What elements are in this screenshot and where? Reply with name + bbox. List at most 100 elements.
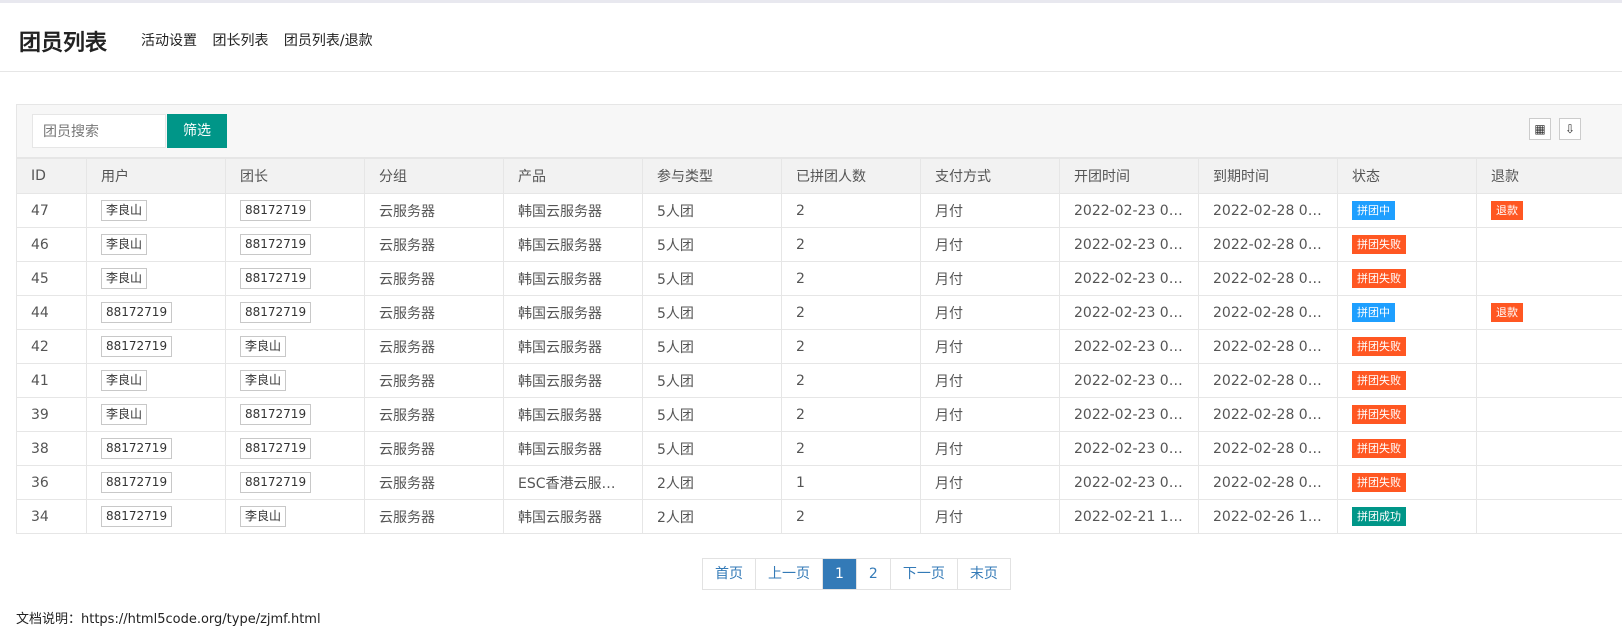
user-tag[interactable]: 李良山 [101, 234, 148, 255]
leader-tag[interactable]: 88172719 [240, 438, 312, 459]
leader-cell: 88172719 [225, 397, 365, 432]
product-cell: ESC香港云服务器 [503, 465, 643, 500]
join-type-cell: 5人团 [642, 227, 782, 262]
expire-time-cell: 2022-02-28 01:01... [1198, 193, 1338, 228]
nav-member-list-refund[interactable]: 团员列表/退款 [284, 33, 373, 49]
leader-tag[interactable]: 88172719 [240, 234, 312, 255]
page-first-button[interactable]: 首页 [703, 559, 755, 589]
refund-button[interactable]: 退款 [1491, 303, 1523, 322]
table-toolbar: 团员搜索 筛选 ▦ ⇩ [16, 104, 1622, 158]
nav-leader-list[interactable]: 团长列表 [212, 33, 268, 49]
status-cell: 拼团成功 [1337, 499, 1477, 534]
pay-method-cell: 月付 [920, 499, 1060, 534]
column-header: 已拼团人数 [781, 158, 921, 194]
status-badge: 拼团失败 [1352, 439, 1406, 458]
table-row: 38 88172719 88172719 云服务器 韩国云服务器 5人团 2 月付 2022-0… [16, 431, 1622, 466]
status-cell: 拼团失败 [1337, 397, 1477, 432]
leader-tag[interactable]: 88172719 [240, 472, 312, 493]
refund-button[interactable]: 退款 [1491, 201, 1523, 220]
leader-tag[interactable]: 88172719 [240, 404, 312, 425]
leader-tag[interactable]: 李良山 [240, 506, 287, 527]
leader-tag[interactable]: 李良山 [240, 370, 287, 391]
join-type-cell: 5人团 [642, 193, 782, 228]
id-cell: 36 [16, 465, 87, 500]
user-tag[interactable]: 李良山 [101, 370, 148, 391]
refund-cell [1476, 329, 1622, 364]
page-1-button[interactable]: 1 [822, 559, 856, 589]
expire-time-cell: 2022-02-28 01:01... [1198, 295, 1338, 330]
joined-count-cell: 2 [781, 329, 921, 364]
pay-method-cell: 月付 [920, 227, 1060, 262]
columns-icon[interactable]: ▦ [1529, 118, 1551, 140]
status-badge: 拼团失败 [1352, 473, 1406, 492]
user-tag[interactable]: 88172719 [101, 472, 173, 493]
join-type-cell: 5人团 [642, 397, 782, 432]
expire-time-cell: 2022-02-28 00:56... [1198, 431, 1338, 466]
table-row: 44 88172719 88172719 云服务器 韩国云服务器 5人团 2 月付 2022-0… [16, 295, 1622, 330]
leader-cell: 李良山 [225, 329, 365, 364]
leader-tag[interactable]: 88172719 [240, 200, 312, 221]
pay-method-cell: 月付 [920, 329, 1060, 364]
user-tag[interactable]: 李良山 [101, 268, 148, 289]
user-cell: 88172719 [86, 329, 226, 364]
product-cell: 韩国云服务器 [503, 431, 643, 466]
page-last-button[interactable]: 末页 [956, 559, 1010, 589]
member-search-input[interactable]: 团员搜索 [32, 114, 166, 148]
status-cell: 拼团失败 [1337, 329, 1477, 364]
page-prev-button[interactable]: 上一页 [755, 559, 822, 589]
user-tag[interactable]: 88172719 [101, 438, 173, 459]
column-header: 用户 [86, 158, 226, 194]
refund-cell [1476, 397, 1622, 432]
column-header: 状态 [1337, 158, 1477, 194]
leader-tag[interactable]: 88172719 [240, 302, 312, 323]
user-cell: 88172719 [86, 499, 226, 534]
status-badge: 拼团失败 [1352, 405, 1406, 424]
group-cell: 云服务器 [364, 329, 504, 364]
column-header: 产品 [503, 158, 643, 194]
table-header-row: ID 用户 团长 分组 产品 参与类型 已拼团人数 支付方式 开团时间 到期时间 状态 退款 [16, 158, 1622, 194]
leader-tag[interactable]: 李良山 [240, 336, 287, 357]
id-cell: 38 [16, 431, 87, 466]
product-cell: 韩国云服务器 [503, 499, 643, 534]
id-cell: 47 [16, 193, 87, 228]
user-tag[interactable]: 88172719 [101, 302, 173, 323]
pagination: 首页 上一页 1 2 下一页 末页 [702, 558, 1011, 590]
user-tag[interactable]: 88172719 [101, 336, 173, 357]
group-cell: 云服务器 [364, 261, 504, 296]
joined-count-cell: 2 [781, 261, 921, 296]
join-type-cell: 2人团 [642, 499, 782, 534]
leader-cell: 88172719 [225, 227, 365, 262]
joined-count-cell: 2 [781, 499, 921, 534]
user-tag[interactable]: 李良山 [101, 200, 148, 221]
leader-cell: 李良山 [225, 363, 365, 398]
open-time-cell: 2022-02-23 00:56... [1059, 397, 1199, 432]
expire-time-cell: 2022-02-28 00:59... [1198, 363, 1338, 398]
pay-method-cell: 月付 [920, 431, 1060, 466]
leader-cell: 李良山 [225, 499, 365, 534]
product-cell: 韩国云服务器 [503, 363, 643, 398]
open-time-cell: 2022-02-23 00:59... [1059, 363, 1199, 398]
group-cell: 云服务器 [364, 363, 504, 398]
pay-method-cell: 月付 [920, 295, 1060, 330]
leader-tag[interactable]: 88172719 [240, 268, 312, 289]
open-time-cell: 2022-02-23 01:01... [1059, 261, 1199, 296]
user-cell: 88172719 [86, 431, 226, 466]
expire-time-cell: 2022-02-28 01:01... [1198, 227, 1338, 262]
user-tag[interactable]: 李良山 [101, 404, 148, 425]
user-tag[interactable]: 88172719 [101, 506, 173, 527]
pay-method-cell: 月付 [920, 397, 1060, 432]
status-cell: 拼团失败 [1337, 465, 1477, 500]
table-row: 45 李良山 88172719 云服务器 韩国云服务器 5人团 2 月付 2022-02-23 … [16, 261, 1622, 296]
nav-activity-settings[interactable]: 活动设置 [141, 33, 197, 49]
group-cell: 云服务器 [364, 431, 504, 466]
export-icon[interactable]: ⇩ [1559, 118, 1581, 140]
product-cell: 韩国云服务器 [503, 261, 643, 296]
refund-cell: 退款 [1476, 193, 1622, 228]
page-2-button[interactable]: 2 [855, 559, 890, 589]
refund-cell [1476, 227, 1622, 262]
status-cell: 拼团失败 [1337, 227, 1477, 262]
filter-button[interactable]: 筛选 [167, 114, 227, 148]
joined-count-cell: 1 [781, 465, 921, 500]
open-time-cell: 2022-02-23 01:01... [1059, 227, 1199, 262]
page-next-button[interactable]: 下一页 [889, 559, 957, 589]
